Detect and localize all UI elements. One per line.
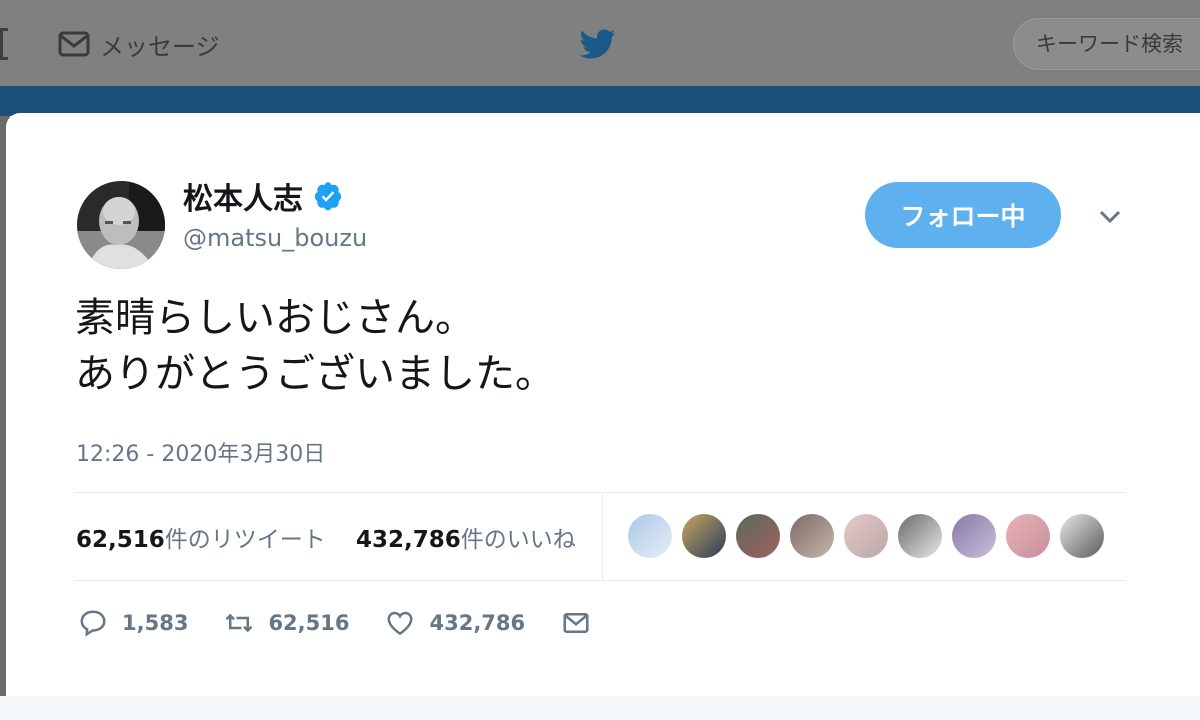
tweet-action-bar: 1,583 62,516 432,786 [78,603,627,643]
author-name-row: 松本人志 [183,174,343,218]
envelope-icon [58,31,90,57]
retweet-icon [226,613,253,633]
author-name[interactable]: 松本人志 [183,174,303,218]
liker-avatars [628,514,1104,562]
like-stats-link[interactable]: 432,786件のいいね [356,520,576,554]
liker-avatar[interactable] [682,514,726,558]
liker-avatar[interactable] [790,514,834,558]
nav-item-partial[interactable] [0,28,8,60]
liker-avatar[interactable] [952,514,996,558]
verified-badge-icon [314,182,342,211]
direct-message-button[interactable] [561,608,591,638]
liker-avatar[interactable] [736,514,780,558]
reply-icon [80,610,106,637]
author-avatar[interactable] [77,181,165,269]
profile-banner-strip [0,86,1200,116]
search-input[interactable] [1036,32,1200,56]
liker-avatar[interactable] [898,514,942,558]
liker-avatar[interactable] [1006,514,1050,558]
search-box[interactable] [1013,18,1200,70]
tweet-text: 素晴らしいおじさん。 ありがとうございました。 [75,290,1075,402]
following-button[interactable]: フォロー中 [865,182,1061,248]
like-count-label: 件のいいね [460,527,576,553]
direct-message-icon [563,613,589,633]
twitter-bird-icon[interactable] [578,26,618,62]
card-footer-edge [0,696,1200,720]
divider [602,492,603,580]
top-navigation-bar: メッセージ [0,0,1200,86]
tweet-text-line: 素晴らしいおじさん。 [75,295,475,341]
nav-item-messages[interactable]: メッセージ [58,24,220,64]
like-count: 432,786 [356,527,461,553]
divider [75,492,1125,493]
like-action-count: 432,786 [429,611,526,635]
retweet-count-label: 件のリツイート [164,527,326,553]
tweet-timestamp[interactable]: 12:26 - 2020年3月30日 [76,436,325,468]
like-button[interactable]: 432,786 [385,608,525,638]
like-heart-icon [387,611,413,636]
nav-messages-label: メッセージ [100,32,220,61]
liker-avatar[interactable] [844,514,888,558]
liker-avatar[interactable] [1060,514,1104,558]
reply-button[interactable]: 1,583 [78,608,188,638]
liker-avatar[interactable] [628,514,672,558]
retweet-count: 62,516 [76,527,165,553]
reply-count: 1,583 [122,611,189,635]
author-handle[interactable]: @matsu_bouzu [183,224,367,252]
retweet-button[interactable]: 62,516 [224,608,349,638]
divider [75,580,1125,581]
retweet-action-count: 62,516 [268,611,350,635]
retweet-stats-link[interactable]: 62,516件のリツイート [76,520,326,554]
avatar-image [77,181,165,269]
tweet-text-line: ありがとうございました。 [75,351,555,397]
chevron-down-icon[interactable] [1096,206,1124,228]
